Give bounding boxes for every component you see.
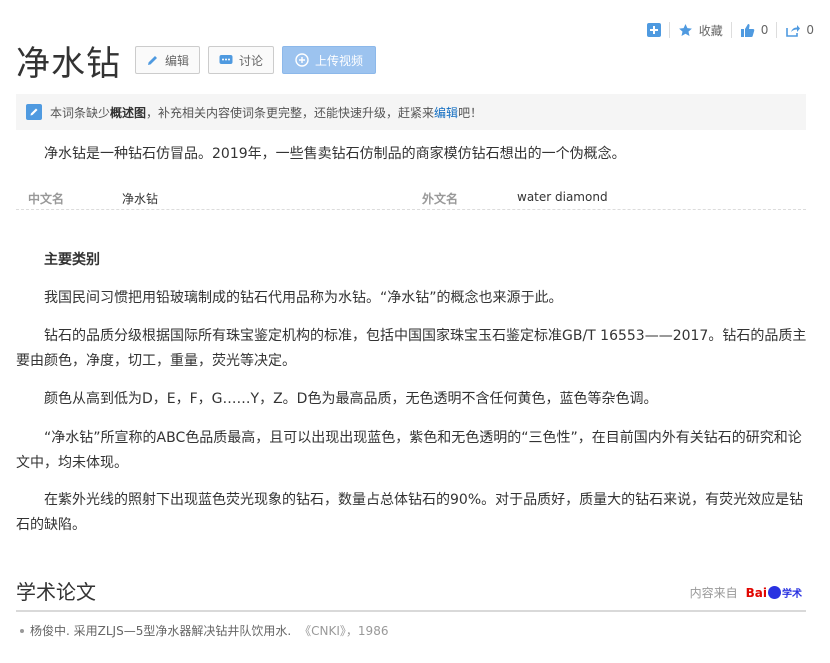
pencil-icon: [148, 55, 157, 65]
paw-icon: [768, 586, 781, 599]
papers-header: 学术论文 内容来自 Bai 学术: [16, 574, 806, 612]
share-count: 0: [806, 23, 814, 37]
list-item[interactable]: 杨俊中. 采用ZLJS—5型净水器解决钻井队饮用水. 《CNKI》，1986: [20, 622, 388, 639]
add-button[interactable]: [639, 23, 669, 37]
source-label: 内容来自: [689, 586, 738, 600]
notice-prefix: 本词条缺少: [50, 105, 111, 120]
bullet-icon: [20, 628, 24, 633]
paragraph: 在紫外光线的照射下出现蓝色荧光现象的钻石，数量占总体钻石的90%。对于品质好，质…: [16, 492, 804, 533]
paper-journal: 《CNKI》，1986: [299, 624, 389, 638]
paragraph: 颜色从高到低为D，E，F，G……Y，Z。D色为最高品质，无色透明不含任何黄色，蓝…: [44, 391, 658, 407]
basic-info: 中文名 净水钻 外文名 water diamond: [16, 186, 806, 210]
add-circle-icon: [295, 53, 309, 67]
collect-button[interactable]: 收藏: [670, 22, 731, 39]
upload-label: 上传视频: [315, 53, 364, 68]
like-count: 0: [760, 23, 769, 37]
like-button[interactable]: 0: [732, 23, 777, 38]
top-actions: 收藏 0 0: [639, 20, 822, 40]
paragraph: 钻石的品质分级根据国际所有珠宝鉴定机构的标准，包括中国国家珠宝玉石鉴定标准GB/…: [16, 328, 807, 369]
discuss-button[interactable]: 讨论: [208, 46, 275, 74]
chat-icon: [219, 54, 233, 64]
section-title: 主要类别: [44, 252, 100, 268]
notice-edit-link[interactable]: 编辑: [434, 104, 458, 121]
cn-name-key: 中文名: [28, 192, 65, 206]
logo-sub: 学术: [782, 589, 802, 600]
foreign-name-key: 外文名: [422, 192, 459, 206]
baidu-scholar-logo[interactable]: Bai 学术: [745, 585, 802, 601]
notice-middle: ，补充相关内容使词条更完整，还能快速升级，赶紧来: [146, 105, 435, 120]
notice-bar: 本词条缺少 概述图 ，补充相关内容使词条更完整，还能快速升级，赶紧来 编辑 吧！: [16, 94, 806, 130]
logo-text: Bai: [745, 585, 767, 600]
edit-label: 编辑: [165, 53, 190, 68]
share-button[interactable]: 0: [777, 23, 822, 38]
star-icon: [678, 23, 692, 36]
paper-text: 杨俊中. 采用ZLJS—5型净水器解决钻井队饮用水.: [30, 624, 292, 638]
cn-name-value: 净水钻: [122, 192, 159, 206]
discuss-label: 讨论: [239, 53, 264, 68]
paragraph: 我国民间习惯把用铅玻璃制成的钻石代用品称为水钻。“净水钻”的概念也来源于此。: [44, 290, 563, 306]
papers-source: 内容来自 Bai 学术: [690, 584, 802, 601]
title-row: 净水钻 编辑 讨论 上传视频: [16, 40, 384, 84]
page-title: 净水钻: [16, 43, 121, 84]
share-icon: [786, 24, 801, 37]
summary: 净水钻是一种钻石仿冒品。2019年，一些售卖钻石仿制品的商家模仿钻石想出的一个伪…: [44, 146, 626, 162]
upload-video-button[interactable]: 上传视频: [282, 46, 377, 74]
pencil-icon: [26, 104, 42, 120]
notice-suffix: 吧！: [458, 105, 483, 120]
edit-button[interactable]: 编辑: [135, 46, 201, 74]
notice-missing: 概述图: [110, 105, 147, 120]
plus-icon: [646, 23, 661, 37]
collect-label: 收藏: [698, 23, 723, 38]
thumbs-up-icon: [740, 23, 755, 37]
foreign-name-value: water diamond: [517, 190, 608, 204]
papers-title: 学术论文: [16, 580, 96, 604]
paragraph: “净水钻”所宣称的ABC色品质最高，且可以出现出现蓝色，紫色和无色透明的“三色性…: [16, 430, 802, 471]
